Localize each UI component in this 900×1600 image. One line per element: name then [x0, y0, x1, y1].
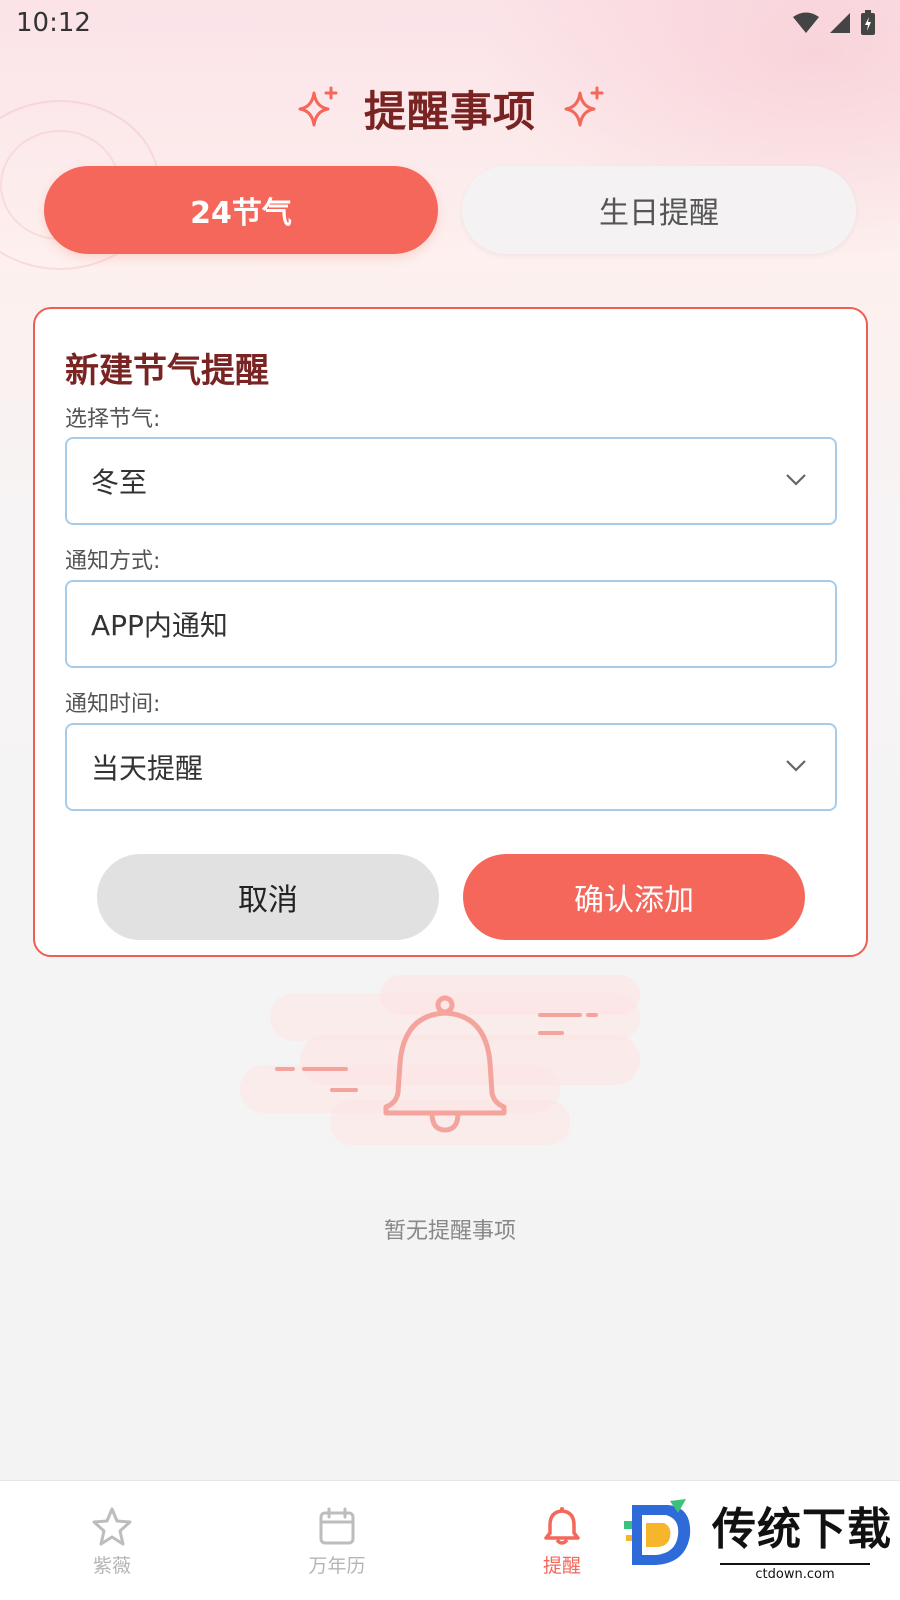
watermark-subtext: ctdown.com — [720, 1563, 870, 1582]
tab-solar-terms[interactable]: 24节气 — [44, 166, 438, 254]
nav-label-calendar: 万年历 — [308, 1555, 366, 1577]
chevron-down-icon — [786, 474, 806, 486]
chevron-down-icon — [786, 760, 806, 772]
solar-term-select[interactable]: 冬至 — [65, 437, 837, 525]
nav-label-reminder: 提醒 — [542, 1555, 581, 1577]
notify-method-field[interactable]: APP内通知 — [65, 580, 837, 668]
nav-item-reminder[interactable]: 提醒 — [507, 1505, 617, 1578]
status-bar: 10:12 — [0, 0, 900, 50]
solar-term-label: 选择节气: — [65, 407, 161, 432]
notify-time-value: 当天提醒 — [91, 752, 204, 785]
notify-method-value: APP内通知 — [91, 609, 228, 642]
empty-bell-illustration — [240, 975, 640, 1145]
page-title: 提醒事项 — [363, 86, 536, 136]
card-title: 新建节气提醒 — [65, 351, 269, 391]
cancel-button[interactable]: 取消 — [97, 854, 439, 940]
notify-time-label: 通知时间: — [65, 692, 161, 717]
header: 提醒事项 — [0, 78, 900, 138]
confirm-add-button[interactable]: 确认添加 — [463, 854, 805, 940]
bell-icon — [544, 1507, 580, 1545]
nav-item-ziwei[interactable]: 紫薇 — [57, 1505, 167, 1578]
battery-icon — [861, 10, 875, 35]
sparkle-icon-left — [298, 86, 338, 127]
nav-item-calendar[interactable]: 万年历 — [282, 1505, 392, 1578]
signal-icon — [830, 13, 850, 33]
star-icon — [92, 1507, 132, 1546]
nav-label-ziwei: 紫薇 — [92, 1555, 131, 1577]
sparkle-icon-right — [564, 86, 604, 127]
status-icons — [792, 10, 876, 36]
watermark-text: 传统下载 — [712, 1504, 892, 1555]
empty-state-text: 暂无提醒事项 — [383, 1219, 516, 1244]
wifi-icon — [793, 12, 819, 33]
calendar-icon — [319, 1507, 355, 1545]
status-time: 10:12 — [16, 8, 91, 38]
tab-birthday-reminder[interactable]: 生日提醒 — [462, 166, 856, 254]
notify-method-label: 通知方式: — [65, 549, 161, 574]
solar-term-value: 冬至 — [91, 466, 148, 499]
notify-time-select[interactable]: 当天提醒 — [65, 723, 837, 811]
new-reminder-card: 新建节气提醒 选择节气: 冬至 通知方式: APP内通知 通知时间: 当天提醒 … — [33, 307, 868, 957]
watermark: 传统下载 ctdown.com — [620, 1485, 900, 1600]
watermark-logo-icon — [624, 1499, 691, 1565]
